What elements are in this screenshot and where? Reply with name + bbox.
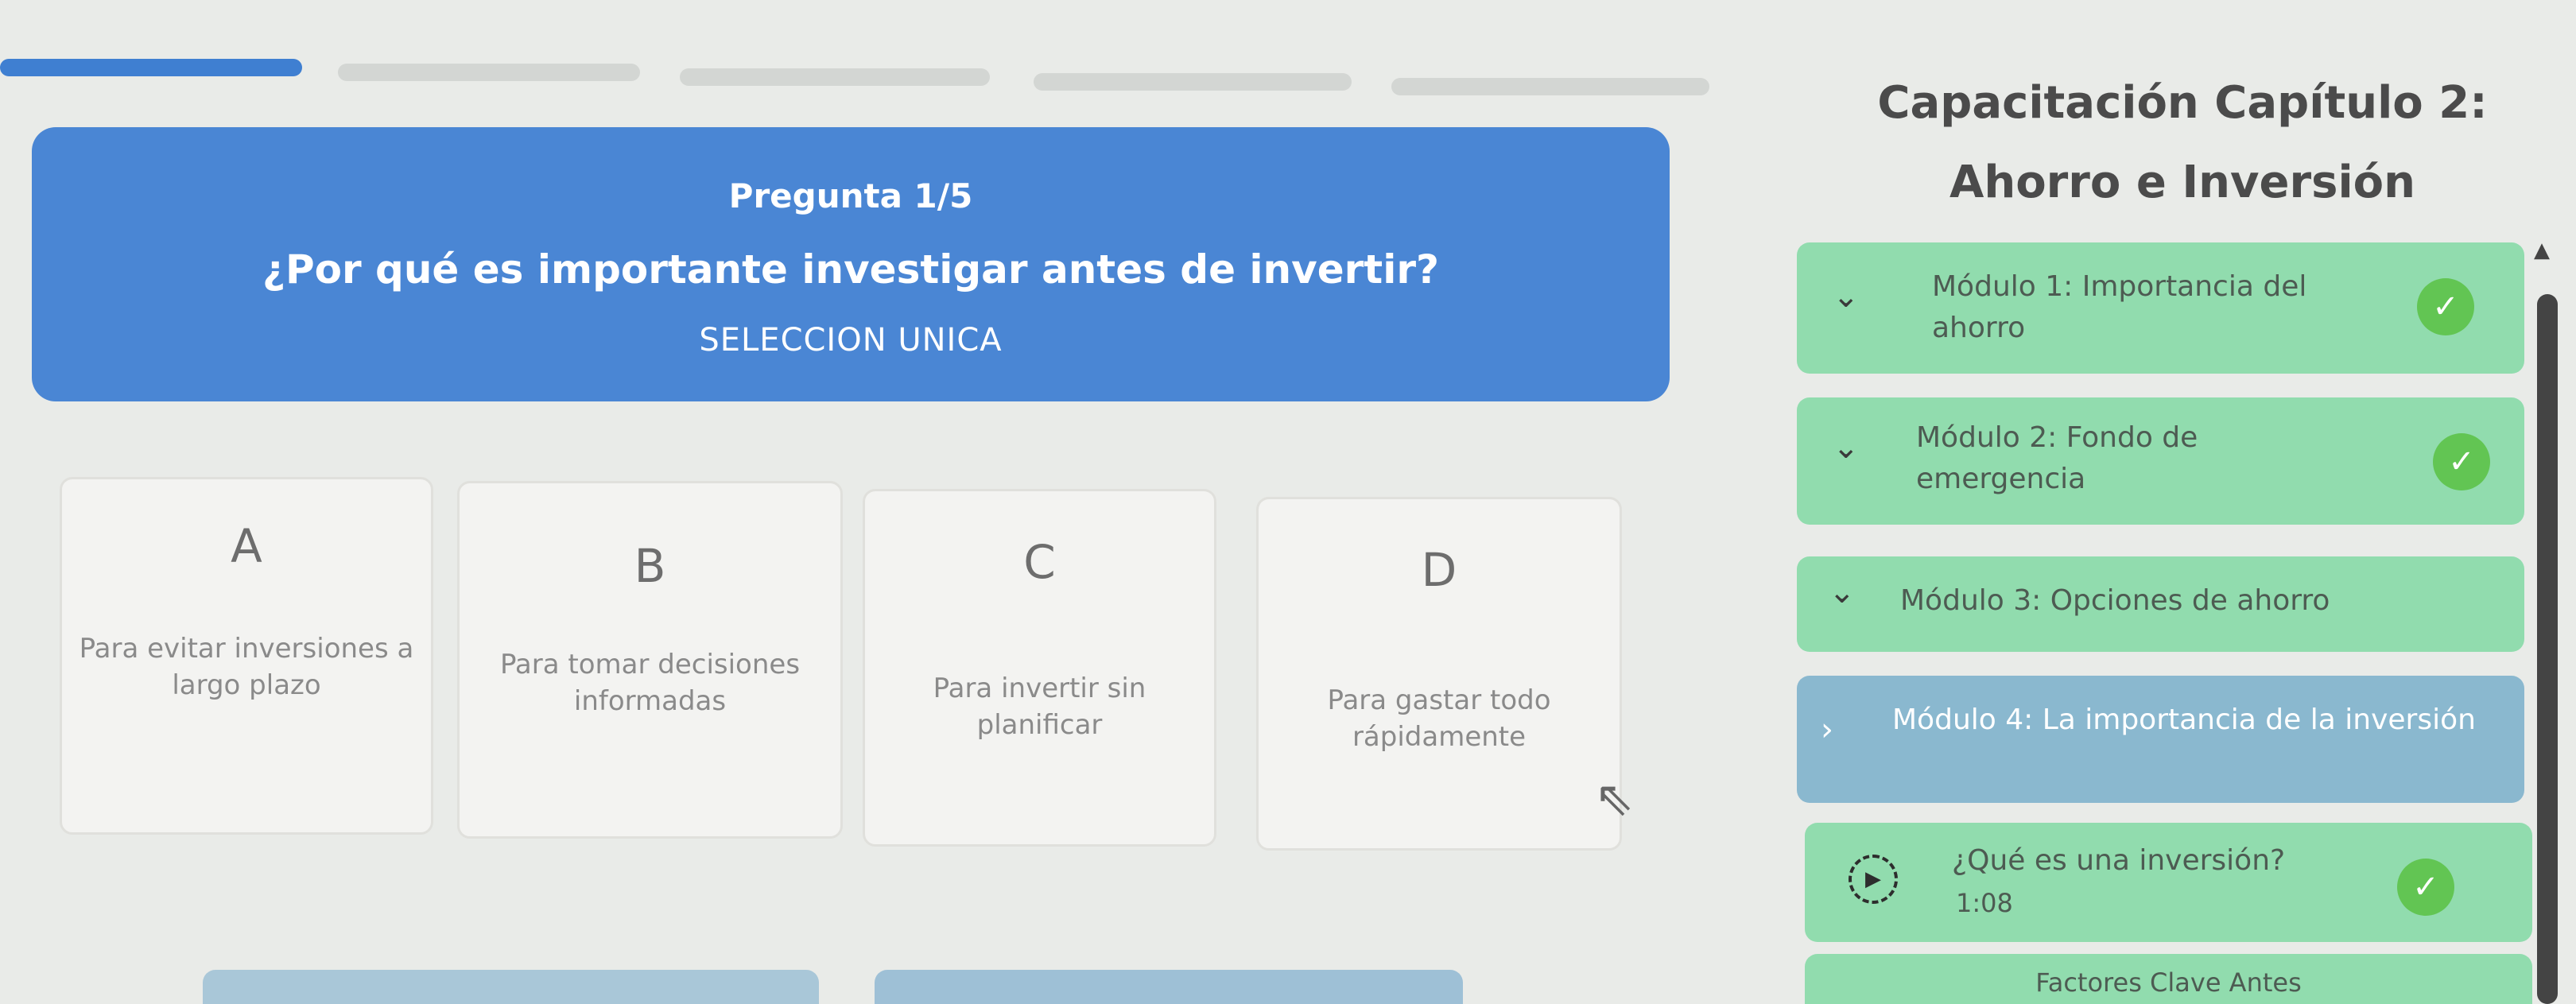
- sidebar-scrollbar[interactable]: ▲: [2532, 231, 2564, 1004]
- module-title: Módulo 3: Opciones de ahorro: [1900, 584, 2330, 617]
- lesson-title: Factores Clave Antes: [2035, 967, 2302, 998]
- module-title: Módulo 1: Importancia del ahorro: [1932, 270, 2307, 344]
- check-icon: ✓: [2433, 433, 2490, 490]
- progress-segment-3: [680, 68, 990, 86]
- question-type: SELECCION UNICA: [699, 322, 1003, 359]
- progress-segment-5: [1391, 78, 1709, 95]
- option-c[interactable]: C Para invertir sin planificar: [863, 489, 1216, 847]
- question-counter: Pregunta 1/5: [728, 176, 973, 215]
- progress-segment-1: [0, 59, 302, 76]
- lesson-item[interactable]: Factores Clave Antes: [1805, 954, 2532, 1004]
- chevron-down-icon[interactable]: ⌄: [1833, 278, 1860, 315]
- option-text: Para invertir sin planificar: [933, 673, 1146, 741]
- lesson-duration: 1:08: [1956, 888, 2013, 918]
- mouse-cursor-icon: ⇖: [1594, 771, 1635, 827]
- option-letter: A: [231, 519, 262, 573]
- question-card: Pregunta 1/5 ¿Por qué es importante inve…: [32, 127, 1670, 401]
- option-b[interactable]: B Para tomar decisiones informadas: [457, 481, 843, 839]
- nav-button-left[interactable]: [203, 970, 819, 1004]
- option-a[interactable]: A Para evitar inversiones a largo plazo: [60, 477, 433, 835]
- scrollbar-thumb[interactable]: [2537, 294, 2558, 1004]
- option-text: Para gastar todo rápidamente: [1327, 684, 1551, 753]
- course-title: Capacitación Capítulo 2: Ahorro e Invers…: [1877, 77, 2488, 208]
- module-3[interactable]: ⌄ Módulo 3: Opciones de ahorro: [1797, 556, 2524, 652]
- option-d[interactable]: D Para gastar todo rápidamente: [1256, 497, 1622, 851]
- module-1[interactable]: ⌄ Módulo 1: Importancia del ahorro ✓: [1797, 242, 2524, 374]
- option-text: Para tomar decisiones informadas: [499, 649, 801, 717]
- check-icon: ✓: [2417, 278, 2474, 335]
- progress-segment-2: [338, 64, 640, 81]
- chevron-down-icon[interactable]: ⌄: [1833, 429, 1860, 466]
- option-text: Para evitar inversiones a largo plazo: [79, 633, 414, 701]
- module-title: Módulo 2: Fondo de emergencia: [1916, 421, 2198, 495]
- option-letter: C: [1023, 535, 1056, 589]
- lesson-item[interactable]: ▶ ¿Qué es una inversión? 1:08 ✓: [1805, 823, 2532, 942]
- lesson-title: ¿Qué es una inversión?: [1952, 844, 2286, 877]
- chevron-down-icon[interactable]: ⌄: [1829, 574, 1856, 611]
- question-text: ¿Por qué es importante investigar antes …: [262, 246, 1439, 293]
- progress-segment-4: [1034, 73, 1352, 91]
- chevron-right-icon[interactable]: ›: [1821, 711, 1833, 748]
- module-4[interactable]: › Módulo 4: La importancia de la inversi…: [1797, 676, 2524, 803]
- module-2[interactable]: ⌄ Módulo 2: Fondo de emergencia ✓: [1797, 397, 2524, 525]
- check-icon: ✓: [2397, 859, 2454, 916]
- scroll-up-icon[interactable]: ▲: [2534, 238, 2550, 262]
- play-circle-icon[interactable]: ▶: [1849, 855, 1898, 904]
- module-title: Módulo 4: La importancia de la inversión: [1892, 704, 2476, 736]
- option-letter: B: [634, 539, 666, 593]
- nav-button-right[interactable]: [875, 970, 1463, 1004]
- question-progress: [0, 56, 1709, 95]
- option-letter: D: [1421, 543, 1457, 597]
